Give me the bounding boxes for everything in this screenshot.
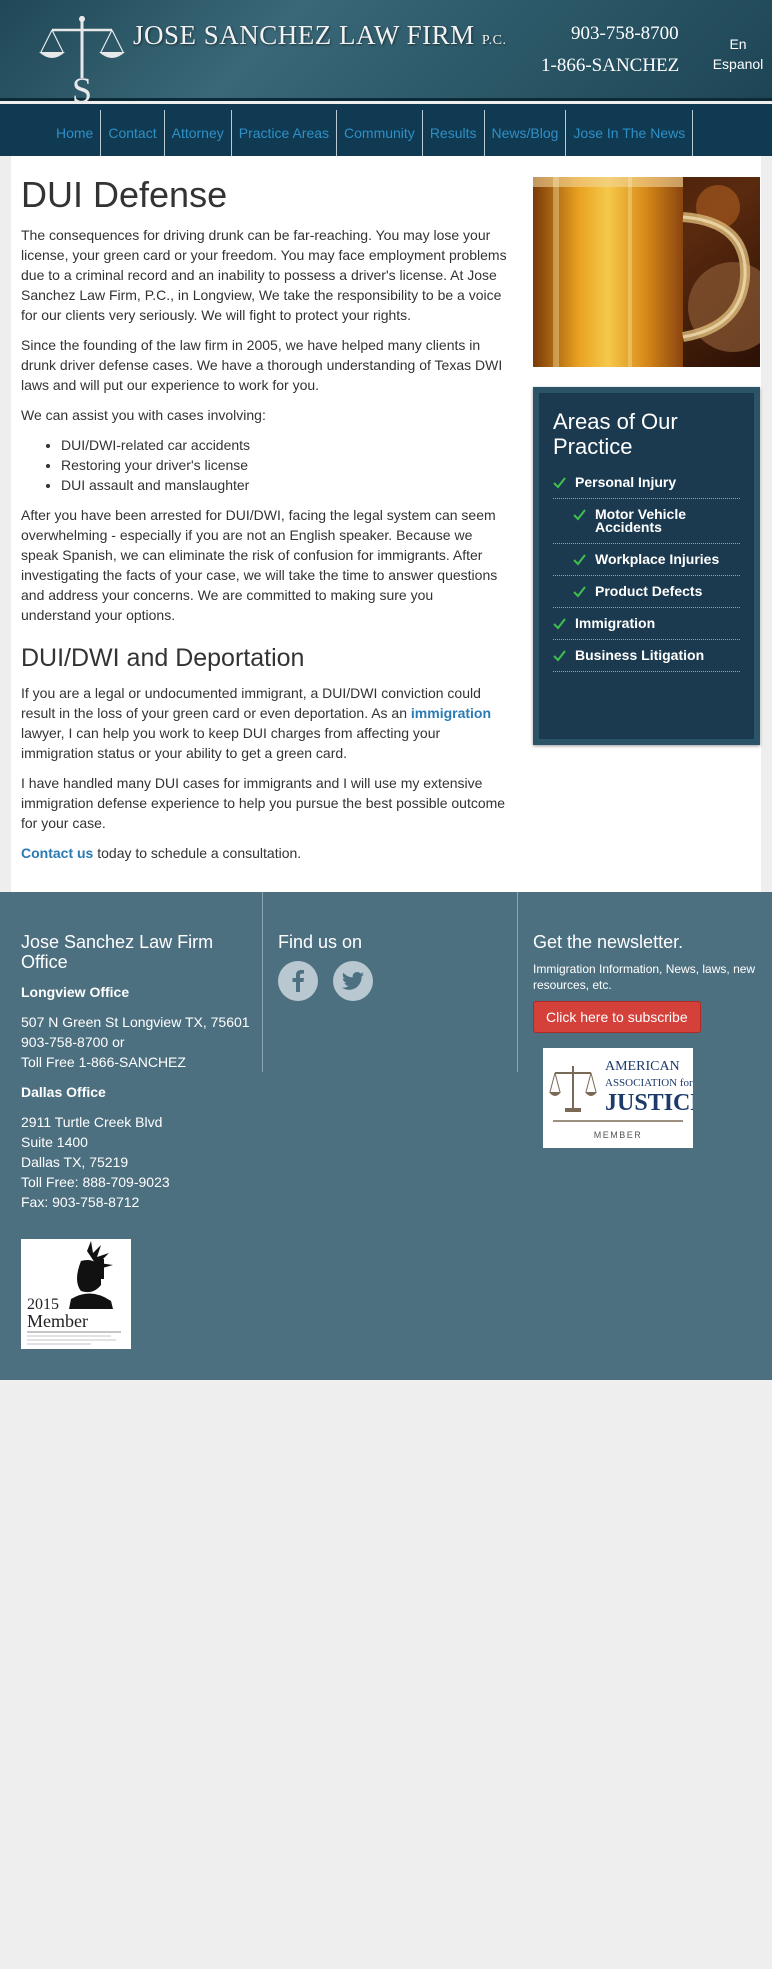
phone-primary[interactable]: 903-758-8700 bbox=[571, 23, 679, 45]
paragraph-text: today to schedule a consultation. bbox=[93, 845, 302, 861]
nav-practice-areas[interactable]: Practice Areas bbox=[230, 110, 336, 156]
area-label: Product Defects bbox=[595, 583, 703, 599]
area-motor-vehicle-accidents[interactable]: Motor Vehicle Accidents bbox=[553, 499, 740, 544]
longview-tollfree[interactable]: Toll Free 1-866-SANCHEZ bbox=[21, 1052, 251, 1072]
scales-of-justice-logo-icon[interactable]: S bbox=[36, 14, 128, 108]
logo-letter: S bbox=[72, 70, 92, 108]
nav-contact[interactable]: Contact bbox=[100, 110, 163, 156]
firm-name-text: JOSE SANCHEZ LAW FIRM bbox=[133, 20, 475, 50]
dallas-office-title: Dallas Office bbox=[21, 1084, 106, 1100]
area-label: Motor Vehicle Accidents bbox=[595, 506, 687, 535]
footer-divider bbox=[517, 892, 518, 1072]
scales-icon bbox=[549, 1066, 597, 1112]
list-item: Restoring your driver's license bbox=[61, 455, 507, 475]
main-nav: Home Contact Attorney Practice Areas Com… bbox=[0, 104, 772, 156]
dallas-tollfree[interactable]: Toll Free: 888-709-9023 bbox=[21, 1172, 251, 1192]
aila-2015-member-badge[interactable]: 2015 Member bbox=[21, 1239, 131, 1349]
phone-vanity[interactable]: 1-866-SANCHEZ bbox=[541, 55, 679, 77]
checkmark-icon bbox=[573, 554, 586, 566]
newsletter-description: Immigration Information, News, laws, new… bbox=[533, 962, 756, 992]
checkmark-icon bbox=[573, 586, 586, 598]
longview-phone[interactable]: 903-758-8700 or bbox=[21, 1032, 251, 1052]
aaj-member-badge[interactable]: AMERICAN ASSOCIATION for JUSTICE MEMBER bbox=[543, 1048, 706, 1148]
statue-of-liberty-icon bbox=[69, 1241, 113, 1309]
aaj-member-label: MEMBER bbox=[594, 1130, 643, 1140]
dallas-city: Dallas TX, 75219 bbox=[21, 1154, 129, 1170]
firm-name[interactable]: JOSE SANCHEZ LAW FIRM P.C. bbox=[133, 20, 506, 51]
paragraph-arrested: After you have been arrested for DUI/DWI… bbox=[21, 507, 498, 623]
paragraph-intro: The consequences for driving drunk can b… bbox=[21, 227, 507, 323]
aaj-line2: ASSOCIATION for bbox=[605, 1077, 693, 1089]
beer-mug-photo bbox=[533, 177, 760, 367]
nav-news-blog[interactable]: News/Blog bbox=[483, 110, 566, 156]
dallas-address-block: 2911 Turtle Creek Blvd Suite 1400 Dallas… bbox=[21, 1112, 251, 1212]
checkmark-icon bbox=[553, 477, 566, 489]
find-us-title: Find us on bbox=[278, 932, 363, 952]
list-item: DUI/DWI-related car accidents bbox=[61, 435, 507, 455]
language-switcher: En Espanol bbox=[712, 34, 764, 74]
immigration-link[interactable]: immigration bbox=[411, 705, 491, 721]
paragraph-founding: Since the founding of the law firm in 20… bbox=[21, 337, 503, 393]
longview-address-block: 507 N Green St Longview TX, 75601 903-75… bbox=[21, 1012, 251, 1072]
practice-areas-title: Areas of Our Practice bbox=[553, 409, 678, 459]
lang-en-link[interactable]: En bbox=[712, 34, 764, 54]
dallas-street: 2911 Turtle Creek Blvd bbox=[21, 1114, 163, 1130]
area-immigration[interactable]: Immigration bbox=[553, 608, 740, 640]
subscribe-button[interactable]: Click here to subscribe bbox=[533, 1001, 701, 1033]
area-label: Immigration bbox=[575, 615, 656, 631]
footer-newsletter: Get the newsletter. Immigration Informat… bbox=[533, 932, 758, 1033]
list-item: DUI assault and manslaughter bbox=[61, 475, 507, 495]
nav-attorney[interactable]: Attorney bbox=[163, 110, 231, 156]
area-product-defects[interactable]: Product Defects bbox=[553, 576, 740, 608]
footer-social: Find us on bbox=[278, 932, 373, 1001]
facebook-icon[interactable] bbox=[278, 961, 318, 1001]
checkmark-icon bbox=[573, 509, 586, 521]
area-personal-injury[interactable]: Personal Injury bbox=[553, 467, 740, 499]
paragraph-contact: Contact us today to schedule a consultat… bbox=[21, 843, 507, 863]
paragraph-assist: We can assist you with cases involving: bbox=[21, 407, 266, 423]
longview-office-title: Longview Office bbox=[21, 984, 130, 1000]
site-header: S JOSE SANCHEZ LAW FIRM P.C. 903-758-870… bbox=[0, 0, 772, 108]
section-heading-deportation: DUI/DWI and Deportation bbox=[21, 644, 305, 672]
lang-es-link[interactable]: Espanol bbox=[712, 54, 764, 74]
newsletter-title: Get the newsletter. bbox=[533, 932, 684, 952]
dallas-suite: Suite 1400 bbox=[21, 1134, 88, 1150]
dallas-fax: Fax: 903-758-8712 bbox=[21, 1194, 140, 1210]
main-content: DUI Defense The consequences for driving… bbox=[11, 156, 761, 892]
nav-home[interactable]: Home bbox=[49, 110, 100, 156]
area-business-litigation[interactable]: Business Litigation bbox=[553, 640, 740, 672]
page-title: DUI Defense bbox=[21, 174, 228, 215]
checkmark-icon bbox=[553, 618, 566, 630]
aaj-line3: JUSTICE bbox=[605, 1090, 693, 1116]
area-label: Business Litigation bbox=[575, 647, 705, 663]
practice-areas-widget: Areas of Our Practice Personal Injury Mo… bbox=[533, 387, 760, 745]
paragraph-experience: I have handled many DUI cases for immigr… bbox=[21, 775, 506, 831]
case-list: DUI/DWI-related car accidents Restoring … bbox=[61, 435, 507, 495]
badge-member: Member bbox=[27, 1311, 88, 1331]
area-label: Workplace Injuries bbox=[595, 551, 720, 567]
firm-suffix: P.C. bbox=[481, 33, 507, 48]
paragraph-immigrant: If you are a legal or undocumented immig… bbox=[21, 683, 507, 763]
footer-divider bbox=[262, 892, 263, 1072]
longview-address: 507 N Green St Longview TX, 75601 bbox=[21, 1014, 250, 1030]
area-label: Personal Injury bbox=[575, 474, 677, 490]
nav-results[interactable]: Results bbox=[421, 110, 484, 156]
checkmark-icon bbox=[553, 650, 566, 662]
nav-jose-in-the-news[interactable]: Jose In The News bbox=[565, 110, 694, 156]
contact-us-link[interactable]: Contact us bbox=[21, 845, 93, 861]
footer-office-title: Jose Sanchez Law Firm Office bbox=[21, 932, 214, 972]
area-workplace-injuries[interactable]: Workplace Injuries bbox=[553, 544, 740, 576]
nav-community[interactable]: Community bbox=[336, 110, 422, 156]
aaj-line1: AMERICAN bbox=[605, 1059, 680, 1074]
site-footer: Jose Sanchez Law Firm Office Longview Of… bbox=[0, 892, 772, 1380]
twitter-icon[interactable] bbox=[333, 961, 373, 1001]
paragraph-text: lawyer, I can help you work to keep DUI … bbox=[21, 725, 441, 761]
footer-offices: Jose Sanchez Law Firm Office Longview Of… bbox=[21, 932, 251, 1222]
article: DUI Defense The consequences for driving… bbox=[21, 174, 507, 873]
